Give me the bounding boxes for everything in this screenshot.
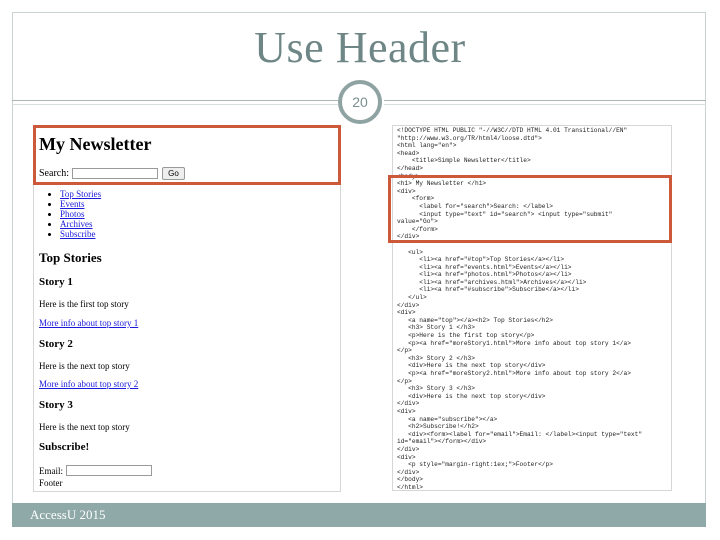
story-text: Here is the first top story [39, 299, 129, 309]
code-line: <h1> My Newsletter </h1> [397, 180, 487, 188]
code-block: <!DOCTYPE HTML PUBLIC "-//W3C//DTD HTML … [397, 127, 671, 491]
code-line: </html> [397, 483, 423, 491]
story-heading: Story 1 [39, 276, 73, 288]
go-button[interactable]: Go [162, 167, 185, 180]
code-line: id="email"></form></div> [397, 438, 487, 446]
code-line: <input type="text" id="search"> <input t… [397, 210, 613, 218]
title-rule-left [12, 100, 338, 101]
story-link[interactable]: More info about top story 2 [39, 379, 138, 389]
nav-item: Archives [60, 219, 101, 229]
page-number: 20 [338, 80, 382, 124]
code-line: <html lang="en"> [397, 142, 457, 150]
nav-link-photos[interactable]: Photos [60, 209, 85, 219]
code-line: </div> [397, 468, 420, 476]
code-line: <h3> Story 1 </h3> [397, 324, 475, 332]
code-line: <li><a href="events.html">Events</a></li… [397, 263, 572, 271]
code-line: <h3> Story 2 </h3> [397, 354, 475, 362]
nav-item: Photos [60, 209, 101, 219]
code-line: value="Go"> [397, 218, 438, 226]
email-row: Email: [39, 465, 152, 476]
code-line: <head> [397, 149, 420, 157]
code-line: <a name="top"></a><h2> Top Stories</h2> [397, 316, 553, 324]
code-line: </div> [397, 445, 420, 453]
code-line: <li><a href="#subscribe">Subscribe</a></… [397, 286, 579, 294]
nav-item: Events [60, 199, 101, 209]
code-line: </div> [397, 233, 420, 241]
nav-item: Top Stories [60, 189, 101, 199]
nav-item: Subscribe [60, 229, 101, 239]
search-input[interactable] [72, 168, 158, 179]
story-heading: Story 3 [39, 399, 73, 411]
code-line: </form> [397, 225, 438, 233]
footer-text: Footer [39, 478, 63, 488]
code-line: <h3> Story 3 </h3> [397, 385, 475, 393]
rendered-page-screenshot: My Newsletter Search: Go Top Stories Eve… [33, 125, 341, 492]
code-line: </ul> [397, 294, 427, 302]
story-text: Here is the next top story [39, 422, 130, 432]
code-line: <!DOCTYPE HTML PUBLIC "-//W3C//DTD HTML … [397, 127, 628, 134]
nav-link-subscribe[interactable]: Subscribe [60, 229, 96, 239]
code-line: <title>Simple Newsletter</title> [397, 157, 531, 165]
nav-link-archives[interactable]: Archives [60, 219, 93, 229]
code-line: <h2>Subscribe!</h2> [397, 423, 479, 431]
subscribe-heading: Subscribe! [39, 441, 90, 453]
title-rule-thin-right [384, 104, 706, 105]
code-line: </p> [397, 377, 412, 385]
title-rule-thin-left [12, 104, 338, 105]
code-line: <a name="subscribe"></a> [397, 415, 498, 423]
top-stories-heading: Top Stories [39, 250, 102, 265]
code-line: <div> [397, 187, 416, 195]
footer-bar [12, 503, 706, 527]
code-line: <div> [397, 309, 416, 317]
code-line: <p><a href="moreStory1.html">More info a… [397, 339, 631, 347]
code-line: <div>Here is the next top story</div> [397, 392, 546, 400]
code-line: <label for="search">Search: </label> [397, 202, 553, 210]
code-line: "http://www.w3.org/TR/html4/loose.dtd"> [397, 134, 542, 142]
nav-link-top-stories[interactable]: Top Stories [60, 189, 101, 199]
source-code-screenshot: <!DOCTYPE HTML PUBLIC "-//W3C//DTD HTML … [392, 125, 672, 491]
email-input[interactable] [66, 465, 152, 476]
code-line: <p><a href="moreStory2.html">More info a… [397, 370, 631, 377]
code-line: <li><a href="archives.html">Archives</a>… [397, 278, 587, 286]
code-line: </div> [397, 400, 420, 408]
code-line: <li><a href="photos.html">Photos</a></li… [397, 271, 572, 279]
slide-title: Use Header [254, 23, 466, 72]
code-line: <div> [397, 453, 416, 461]
code-line: <div>Here is the next top story</div> [397, 362, 546, 370]
code-line: <ul> [397, 248, 423, 256]
code-line: <div><form><label for="email">Email: </l… [397, 430, 643, 438]
code-line: <li><a href="#top">Top Stories</a></li> [397, 256, 565, 264]
story-text: Here is the next top story [39, 361, 130, 371]
slide-footer: AccessU 2015 [30, 507, 106, 522]
nav-list: Top Stories Events Photos Archives Subsc… [40, 189, 101, 239]
code-line: <form> [397, 195, 435, 203]
newsletter-title: My Newsletter [39, 134, 152, 154]
story-heading: Story 2 [39, 338, 73, 350]
email-label: Email: [39, 465, 63, 476]
title-rule-right [384, 100, 706, 101]
code-line: </body> [397, 476, 423, 484]
search-label: Search: [39, 168, 69, 179]
code-line: <body> [397, 172, 420, 180]
code-line: </head> [397, 164, 423, 172]
code-line: <div> [397, 407, 416, 415]
code-line: <p>Here is the first top story</p> [397, 332, 535, 340]
story-link[interactable]: More info about top story 1 [39, 318, 138, 328]
code-line: </p> [397, 347, 412, 355]
code-line: <p style="margin-right:1ex;">Footer</p> [397, 461, 553, 469]
search-row: Search: Go [39, 167, 185, 180]
code-line: </div> [397, 301, 420, 309]
nav-link-events[interactable]: Events [60, 199, 85, 209]
